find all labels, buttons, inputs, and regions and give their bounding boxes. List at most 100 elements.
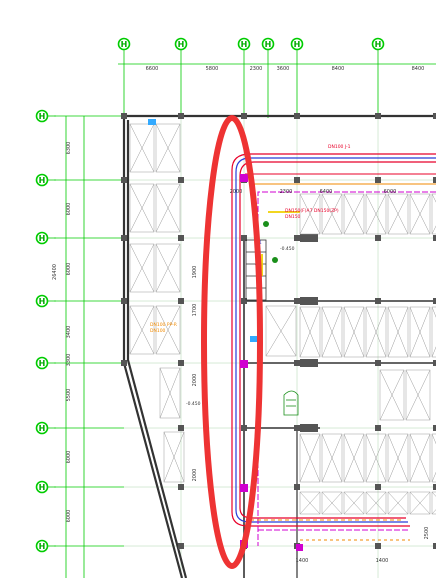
parking-stall [299, 433, 321, 483]
svg-text:DN150: DN150 [285, 214, 301, 220]
svg-text:H: H [294, 40, 301, 49]
top-dimension-text: 5800 [206, 66, 219, 72]
svg-text:H: H [39, 483, 46, 492]
top-grid-bubbles: HHHHHH [117, 37, 385, 58]
svg-text:H: H [39, 234, 46, 243]
column [375, 113, 381, 119]
parking-stall [365, 306, 387, 358]
left-dimension-text: 6000 [66, 203, 72, 216]
parking-stall [343, 491, 365, 515]
column [121, 113, 127, 119]
parking-stall [343, 193, 365, 235]
plan-dimension-texts: 2000 2300 6400 6000 1900 1700 2000 2000 1400 1400… [192, 189, 430, 564]
grid-bubble-top: H [261, 37, 275, 51]
plan-dimension-text: 2000 [192, 374, 198, 387]
left-dimension-text: 5500 [66, 389, 72, 402]
plan-dimension-text: 1400 [376, 558, 389, 564]
parking-stall [155, 243, 181, 293]
column [375, 484, 381, 490]
parking-stall [409, 433, 431, 483]
plan-dimension-text: 1700 [192, 304, 198, 317]
top-dimension-text: 8400 [412, 66, 425, 72]
svg-text:-0.450: -0.450 [280, 246, 295, 252]
svg-text:H: H [241, 40, 248, 49]
parking-stall [265, 305, 297, 357]
top-dimension-text: 8400 [332, 66, 345, 72]
grid-bubble-left: H [35, 539, 49, 553]
beam-block [300, 359, 318, 367]
grid-bubble-top: H [117, 37, 131, 51]
column [375, 425, 381, 431]
svg-text:H: H [265, 40, 272, 49]
svg-text:DN100 J-1: DN100 J-1 [328, 144, 351, 150]
grid-bubble-left: H [35, 109, 49, 123]
column [294, 484, 300, 490]
svg-text:DN100 PP-R: DN100 PP-R [150, 322, 177, 328]
svg-text:-0.450: -0.450 [186, 401, 201, 407]
column [178, 177, 184, 183]
parking-stall [129, 183, 155, 233]
left-dimension-text: 6000 [66, 510, 72, 523]
parking-stall [321, 433, 343, 483]
top-dimension-text: 6600 [146, 66, 159, 72]
parking-stall [343, 433, 365, 483]
parking-stall [365, 491, 387, 515]
svg-text:H: H [39, 297, 46, 306]
column [178, 425, 184, 431]
column [375, 177, 381, 183]
left-dimension-text: 6000 [66, 451, 72, 464]
parking-stall [387, 491, 409, 515]
parking-stall [321, 306, 343, 358]
plan-dimension-text: 2300 [280, 189, 293, 195]
parking-stall [365, 433, 387, 483]
column [121, 360, 127, 366]
plan-dimension-text: 1900 [192, 266, 198, 279]
plan-dimension-text: 2000 [230, 189, 243, 195]
parking-stall [129, 123, 155, 173]
column [375, 543, 381, 549]
left-dimension-text: 6000 [66, 263, 72, 276]
parking-stall [321, 193, 343, 235]
column [178, 298, 184, 304]
parking-stall [129, 243, 155, 293]
parking-stall [409, 306, 431, 358]
parking-stall [321, 491, 343, 515]
column [178, 543, 184, 549]
left-dimension-text: 3300 [66, 354, 72, 367]
column [294, 177, 300, 183]
building-walls [122, 114, 436, 578]
parking-stall [299, 306, 321, 358]
plan-dimension-text: 2500 [424, 527, 430, 540]
grid-bubble-left: H [35, 480, 49, 494]
column [178, 113, 184, 119]
column [294, 113, 300, 119]
beam-block [300, 424, 318, 432]
parking-stall [365, 193, 387, 235]
parking-stall [387, 433, 409, 483]
grid-bubble-left: H [35, 294, 49, 308]
svg-text:H: H [178, 40, 185, 49]
stair-core [245, 239, 299, 416]
svg-text:H: H [39, 424, 46, 433]
parking-stall [387, 193, 409, 235]
parking-stall [387, 306, 409, 358]
left-grid-bubbles: H H H H H H H H [35, 109, 56, 553]
column [375, 235, 381, 241]
column [294, 425, 300, 431]
left-dimension-lines [54, 115, 124, 578]
top-dimension-texts: 6600 5800 2300 3600 8400 8400 [146, 66, 425, 72]
beam-block [300, 297, 318, 305]
column [241, 425, 247, 431]
parking-stall [299, 193, 321, 235]
column [375, 298, 381, 304]
parking-stall [431, 306, 436, 358]
svg-text:DN150(F)A7 DN150(ZP): DN150(F)A7 DN150(ZP) [285, 208, 339, 214]
pipe-magenta [257, 191, 436, 546]
parking-stall [431, 193, 436, 235]
svg-text:DN100: DN100 [150, 328, 166, 334]
parking-stall [155, 123, 181, 173]
plan-dimension-text: 6000 [384, 189, 397, 195]
column [121, 298, 127, 304]
grid-bubble-top: H [237, 37, 251, 51]
column [121, 235, 127, 241]
